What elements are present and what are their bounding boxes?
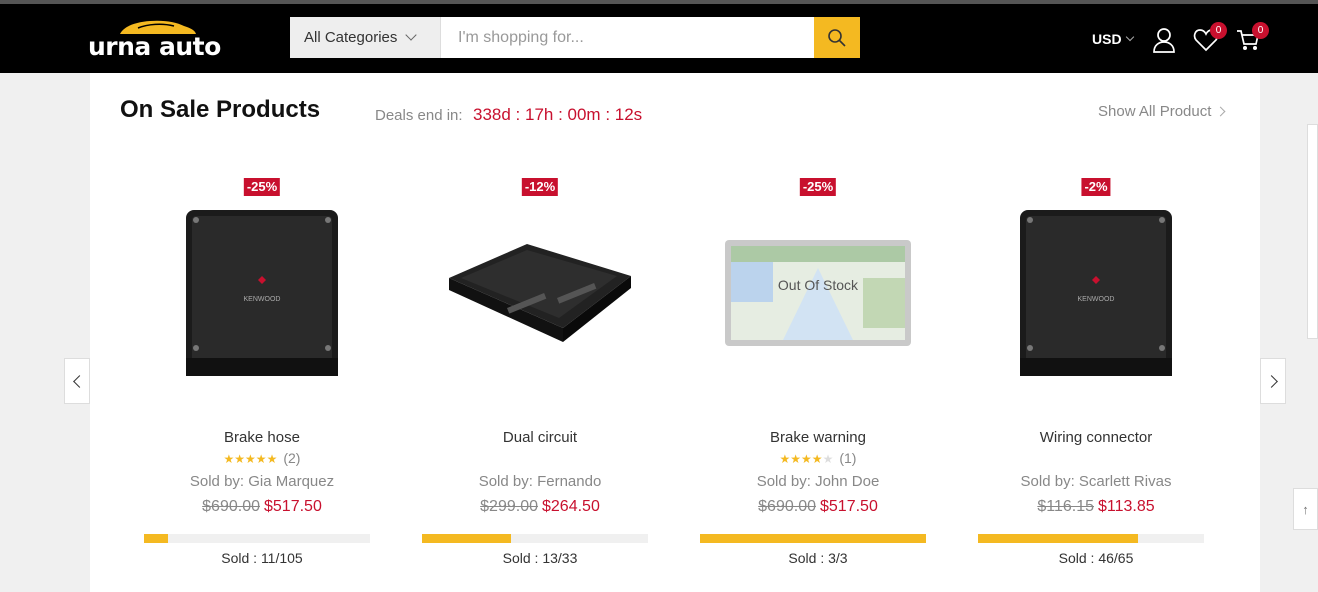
sold-progress-bar: [978, 534, 1204, 543]
rating-count: (2): [283, 450, 301, 466]
deals-countdown: 338d : 17h : 00m : 12s: [473, 105, 643, 124]
site-header: urna auto All Categories USD 0: [0, 4, 1318, 73]
product-image[interactable]: [703, 203, 933, 383]
sold-progress-bar: [144, 534, 370, 543]
currency-select[interactable]: USD: [1092, 31, 1134, 47]
seller-name[interactable]: Sold by: John Doe: [703, 473, 933, 490]
seller-name[interactable]: Sold by: Fernando: [425, 473, 655, 490]
product-image[interactable]: [425, 203, 655, 383]
sold-progress-bar: [422, 534, 648, 543]
amp-angled-icon: [449, 244, 631, 342]
show-all-products-link[interactable]: Show All Product: [1098, 103, 1226, 120]
old-price: $116.15: [1037, 498, 1094, 515]
sold-progress-fill: [144, 534, 168, 543]
sale-price: $517.50: [820, 498, 878, 515]
rating-stars: ★★★★★ (2): [223, 450, 301, 466]
gps-navigator-icon: [725, 240, 911, 346]
search-bar: All Categories: [290, 17, 860, 58]
sold-progress-fill: [422, 534, 512, 543]
currency-label: USD: [1092, 31, 1122, 47]
discount-badge: -12%: [521, 178, 559, 196]
product-card[interactable]: -2% KENWOOD Wiring connector Sold by: Sc…: [978, 173, 1211, 583]
search-button[interactable]: [814, 17, 860, 58]
account-button[interactable]: [1151, 27, 1179, 55]
site-logo[interactable]: urna auto: [88, 16, 228, 64]
product-card[interactable]: -25% Out Of Stock Brake warning ★★★★★ (1)…: [700, 173, 933, 583]
sale-price: $113.85: [1098, 498, 1155, 515]
product-name[interactable]: Wiring connector: [981, 429, 1211, 446]
side-panel-tab[interactable]: [1307, 124, 1318, 339]
out-of-stock-label: Out Of Stock: [777, 277, 859, 293]
sold-count: Sold : 13/33: [502, 550, 578, 566]
seller-name[interactable]: Sold by: Scarlett Rivas: [981, 473, 1211, 490]
show-all-label: Show All Product: [1098, 103, 1212, 120]
sold-count: Sold : 11/105: [221, 550, 303, 566]
cart-count-badge: 0: [1252, 22, 1269, 39]
product-name[interactable]: Brake warning: [703, 429, 933, 446]
chevron-right-icon: [1215, 106, 1226, 117]
cart-button[interactable]: 0: [1235, 22, 1269, 55]
product-card[interactable]: -25% KENWOOD Brake hose ★★★★★ (2) Sold by…: [144, 173, 377, 583]
product-card[interactable]: -12% Dual circuit Sold by: Fernando $299…: [422, 173, 655, 583]
sold-progress-fill: [978, 534, 1138, 543]
search-input[interactable]: [441, 17, 814, 58]
amp-square-icon: KENWOOD: [1020, 210, 1172, 376]
wishlist-button[interactable]: 0: [1193, 22, 1227, 55]
on-sale-section: On Sale Products Deals end in: 338d : 17…: [90, 73, 1260, 592]
product-name[interactable]: Dual circuit: [425, 429, 655, 446]
chevron-down-icon: [405, 29, 418, 41]
sold-count: Sold : 3/3: [788, 550, 848, 566]
chevron-down-icon: [1125, 32, 1134, 42]
carousel-prev-button[interactable]: [64, 358, 90, 404]
discount-badge: -2%: [1081, 178, 1111, 196]
seller-name[interactable]: Sold by: Gia Marquez: [147, 473, 377, 490]
sale-price: $517.50: [264, 498, 322, 515]
price: $299.00 $264.50: [425, 498, 655, 516]
price: $690.00 $517.50: [703, 498, 933, 516]
old-price: $690.00: [758, 498, 816, 515]
product-image[interactable]: KENWOOD: [981, 203, 1211, 383]
category-select-label: All Categories: [304, 29, 398, 46]
category-select[interactable]: All Categories: [290, 17, 441, 58]
amp-square-icon: KENWOOD: [186, 210, 338, 376]
product-image[interactable]: KENWOOD: [147, 203, 377, 383]
old-price: $299.00: [480, 498, 538, 515]
sale-price: $264.50: [542, 498, 600, 515]
logo-text: urna auto: [88, 32, 221, 61]
price: $690.00 $517.50: [147, 498, 377, 516]
product-name[interactable]: Brake hose: [147, 429, 377, 446]
amp-brand-text: KENWOOD: [1078, 296, 1115, 303]
scroll-to-top-button[interactable]: ↑: [1293, 488, 1318, 530]
chevron-left-icon: [72, 374, 86, 388]
old-price: $690.00: [202, 498, 260, 515]
sold-progress-bar: [700, 534, 926, 543]
amp-brand-text: KENWOOD: [244, 296, 281, 303]
discount-badge: -25%: [243, 178, 281, 196]
wishlist-count-badge: 0: [1210, 22, 1227, 39]
rating-count: (1): [839, 450, 857, 466]
rating-stars: ★★★★★ (1): [779, 450, 857, 466]
user-icon: [1153, 28, 1175, 53]
price: $116.15 $113.85: [981, 498, 1211, 516]
sold-progress-fill: [700, 534, 926, 543]
deals-label: Deals end in:: [375, 107, 463, 124]
discount-badge: -25%: [799, 178, 837, 196]
sold-count: Sold : 46/65: [1058, 550, 1134, 566]
chevron-right-icon: [1264, 374, 1278, 388]
carousel-next-button[interactable]: [1260, 358, 1286, 404]
section-title: On Sale Products: [120, 96, 321, 123]
arrow-up-icon: ↑: [1302, 501, 1309, 517]
search-icon: [828, 28, 846, 47]
